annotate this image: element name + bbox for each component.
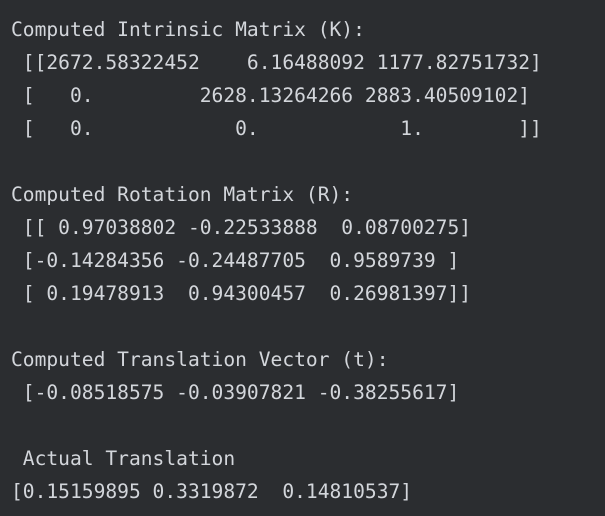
translation-vector-values: [-0.08518575 -0.03907821 -0.38255617]	[11, 381, 460, 404]
actual-translation-heading: Actual Translation	[11, 447, 236, 470]
console-output: Computed Intrinsic Matrix (K): [[2672.58…	[11, 13, 542, 508]
actual-translation-values: [0.15159895 0.3319872 0.14810537]	[11, 480, 413, 503]
translation-vector-heading: Computed Translation Vector (t):	[11, 348, 389, 371]
intrinsic-matrix-heading: Computed Intrinsic Matrix (K):	[11, 18, 365, 41]
rotation-matrix-row-2: [-0.14284356 -0.24487705 0.9589739 ]	[11, 249, 460, 272]
rotation-matrix-row-3: [ 0.19478913 0.94300457 0.26981397]]	[11, 282, 472, 305]
rotation-matrix-heading: Computed Rotation Matrix (R):	[11, 183, 354, 206]
intrinsic-matrix-row-1: [[2672.58322452 6.16488092 1177.82751732…	[11, 51, 542, 74]
rotation-matrix-row-1: [[ 0.97038802 -0.22533888 0.08700275]	[11, 216, 472, 239]
intrinsic-matrix-row-3: [ 0. 0. 1. ]]	[11, 117, 542, 140]
intrinsic-matrix-row-2: [ 0. 2628.13264266 2883.40509102]	[11, 84, 531, 107]
